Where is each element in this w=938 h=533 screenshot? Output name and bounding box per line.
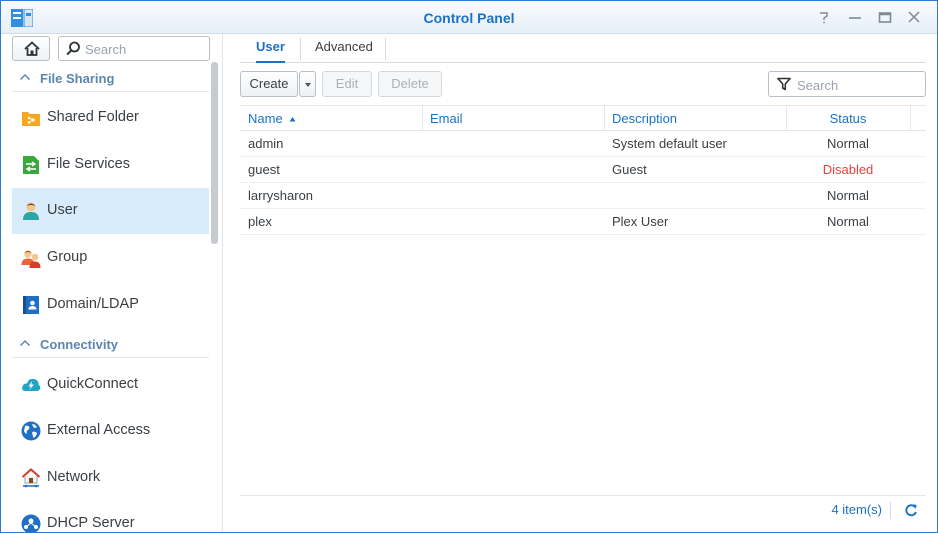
control-panel-window: Control Panel Search File Sharing Shared…: [0, 0, 938, 533]
user-icon: [23, 202, 39, 220]
chevron-up-icon: [19, 73, 31, 81]
column-header-name[interactable]: Name: [248, 106, 296, 131]
edit-button[interactable]: Edit: [322, 71, 372, 97]
table-header: Name Email Description Status: [240, 105, 926, 131]
item-count: 4 item(s): [831, 502, 882, 517]
table-footer: 4 item(s): [240, 495, 926, 523]
table-row[interactable]: larrysharon Normal: [240, 183, 926, 209]
cell-description: Guest: [612, 162, 647, 177]
sidebar-item-label: File Services: [47, 156, 130, 172]
tab-divider: [385, 38, 386, 60]
sidebar-item-shared-folder[interactable]: Shared Folder: [12, 95, 209, 141]
close-icon[interactable]: [906, 9, 922, 25]
window-title: Control Panel: [423, 10, 515, 26]
cell-name: guest: [248, 162, 280, 177]
create-button[interactable]: Create: [240, 71, 298, 97]
sort-ascending-icon: [289, 117, 296, 122]
sidebar-item-network[interactable]: Network: [12, 455, 209, 501]
sidebar-search-box[interactable]: [58, 36, 210, 61]
title-bar: Control Panel: [1, 1, 937, 34]
sidebar-item-group[interactable]: Group: [12, 235, 209, 281]
section-connectivity[interactable]: Connectivity: [12, 330, 209, 358]
column-header-email[interactable]: Email: [430, 106, 463, 131]
sidebar-item-label: Shared Folder: [47, 109, 139, 125]
cell-description: Plex User: [612, 214, 669, 229]
cell-status: Normal: [827, 214, 869, 229]
sidebar-item-label: QuickConnect: [47, 376, 139, 392]
table-row[interactable]: admin System default user Normal: [240, 131, 926, 157]
group-icon: [21, 250, 41, 268]
home-icon: [24, 41, 40, 56]
sidebar-item-label: User: [47, 202, 78, 218]
column-divider[interactable]: [422, 106, 423, 131]
sidebar-item-user[interactable]: User: [12, 188, 209, 234]
column-header-description[interactable]: Description: [612, 106, 677, 131]
file-services-icon: [23, 156, 39, 174]
cell-name: plex: [248, 214, 272, 229]
section-label: Connectivity: [40, 337, 119, 352]
delete-button[interactable]: Delete: [378, 71, 442, 97]
sidebar-item-dhcp-server[interactable]: DHCP Server: [12, 501, 209, 532]
sidebar: File Sharing Shared Folder File Services: [1, 34, 223, 532]
domain-ldap-icon: [23, 296, 39, 314]
column-header-label: Name: [248, 111, 283, 126]
quickconnect-icon: [22, 378, 41, 391]
sidebar-search-input[interactable]: [85, 40, 205, 58]
minimize-icon[interactable]: [847, 9, 863, 25]
filter-icon: [777, 77, 791, 91]
table-row[interactable]: plex Plex User Normal: [240, 209, 926, 235]
section-file-sharing[interactable]: File Sharing: [12, 64, 209, 92]
tab-user[interactable]: User: [256, 39, 285, 63]
sidebar-item-file-services[interactable]: File Services: [12, 142, 209, 188]
user-search-box[interactable]: [768, 71, 926, 97]
main-panel: User Advanced Create Edit Delete Name: [224, 34, 937, 532]
cell-status: Disabled: [822, 162, 874, 177]
user-search-input[interactable]: [797, 76, 921, 94]
sidebar-item-label: Domain/LDAP: [47, 296, 139, 312]
search-icon: [66, 41, 80, 56]
help-icon[interactable]: [816, 9, 832, 25]
maximize-icon[interactable]: [877, 9, 893, 25]
network-icon: [21, 468, 41, 488]
sidebar-item-label: Network: [47, 469, 101, 485]
tab-bar: User Advanced: [240, 34, 926, 63]
column-header-status[interactable]: Status: [786, 106, 910, 131]
sidebar-item-domain-ldap[interactable]: Domain/LDAP: [12, 282, 209, 328]
home-button[interactable]: [12, 36, 50, 61]
column-divider[interactable]: [910, 106, 911, 131]
cell-name: admin: [248, 136, 284, 151]
cell-status: Normal: [827, 188, 869, 203]
table-row[interactable]: guest Guest Disabled: [240, 157, 926, 183]
sidebar-item-label: DHCP Server: [47, 515, 135, 531]
tab-divider: [300, 38, 301, 60]
sidebar-item-label: External Access: [47, 422, 151, 438]
cell-name: larrysharon: [248, 188, 314, 203]
shared-folder-icon: [22, 112, 40, 126]
tab-advanced[interactable]: Advanced: [315, 39, 373, 63]
dhcp-server-icon: [21, 514, 41, 532]
column-divider[interactable]: [604, 106, 605, 131]
chevron-up-icon: [19, 339, 31, 347]
refresh-icon[interactable]: [904, 503, 918, 517]
cell-status: Normal: [827, 136, 869, 151]
sidebar-item-quickconnect[interactable]: QuickConnect: [12, 362, 209, 408]
user-table: Name Email Description Status admin Syst…: [240, 105, 926, 235]
sidebar-item-external-access[interactable]: External Access: [12, 408, 209, 454]
external-access-icon: [21, 421, 41, 441]
sidebar-item-label: Group: [47, 249, 88, 265]
section-label: File Sharing: [40, 71, 115, 86]
create-dropdown-button[interactable]: [299, 71, 316, 97]
cell-description: System default user: [612, 136, 727, 151]
footer-divider: [890, 502, 891, 519]
sidebar-scrollbar[interactable]: [211, 62, 218, 244]
caret-down-icon: [305, 83, 311, 87]
